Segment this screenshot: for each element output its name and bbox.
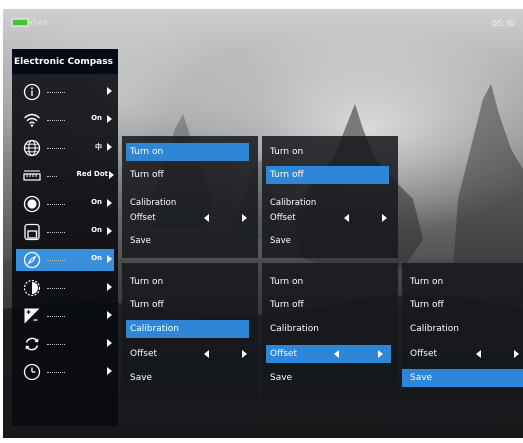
chevron-right-icon xyxy=(107,255,112,263)
offset-label: Offset xyxy=(410,349,438,359)
chevron-left-icon[interactable] xyxy=(476,350,481,358)
menu-item-value: On xyxy=(91,226,102,234)
compass-submenu-panel: Turn on Turn off Calibration Offset Save xyxy=(122,136,258,258)
offset-option[interactable]: Offset xyxy=(126,345,254,363)
offset-label: Offset xyxy=(130,349,158,359)
wifi-icon xyxy=(24,113,40,127)
menu-item-value: 中 xyxy=(95,143,102,151)
calibration-option[interactable]: Calibration xyxy=(406,320,518,338)
turn-on-option[interactable]: Turn on xyxy=(126,273,249,291)
clock-time: 05:30 xyxy=(491,19,515,28)
save-option[interactable]: Save xyxy=(126,232,249,250)
menu-item-brightness[interactable] xyxy=(16,305,114,327)
chevron-right-icon xyxy=(107,87,112,95)
turn-off-option[interactable]: Turn off xyxy=(406,296,518,314)
offset-option[interactable]: Offset xyxy=(266,209,394,227)
offset-option[interactable]: Offset xyxy=(406,345,521,363)
compass-icon xyxy=(23,251,41,269)
menu-item-wifi[interactable]: On xyxy=(16,109,114,131)
menu-item-contrast[interactable] xyxy=(16,277,114,299)
save-option[interactable]: Save xyxy=(266,369,389,387)
menu-item-compass[interactable]: On xyxy=(16,249,114,271)
offset-option[interactable]: Offset xyxy=(266,345,391,363)
menu-item-value: On xyxy=(91,114,102,122)
save-option[interactable]: Save xyxy=(402,369,523,387)
chevron-right-icon[interactable] xyxy=(378,350,383,358)
reset-icon xyxy=(25,337,39,351)
chevron-left-icon[interactable] xyxy=(334,350,339,358)
offset-label: Offset xyxy=(270,213,296,223)
chevron-right-icon xyxy=(107,199,112,207)
language-icon xyxy=(23,139,41,157)
menu-item-time[interactable] xyxy=(16,361,114,383)
battery-level: 54% xyxy=(33,19,49,27)
chevron-right-icon xyxy=(107,367,112,375)
compass-submenu-panel: Turn on Turn off Calibration Offset Save xyxy=(122,263,258,401)
menu-item-picture-in-picture[interactable]: On xyxy=(16,221,114,243)
chevron-right-icon[interactable] xyxy=(514,350,519,358)
menu-item-record[interactable]: On xyxy=(16,193,114,215)
chevron-right-icon xyxy=(107,143,112,151)
calibration-option[interactable]: Calibration xyxy=(126,320,249,338)
chevron-right-icon xyxy=(107,339,112,347)
battery-icon xyxy=(11,18,32,27)
turn-on-option[interactable]: Turn on xyxy=(266,273,389,291)
compass-submenu-panel: Turn on Turn off Calibration Offset Save xyxy=(262,263,398,401)
menu-item-value: On xyxy=(91,198,102,206)
chevron-right-icon xyxy=(107,227,112,235)
info-icon xyxy=(23,83,41,101)
offset-option[interactable]: Offset xyxy=(126,209,254,227)
turn-off-option[interactable]: Turn off xyxy=(266,296,389,314)
turn-on-option[interactable]: Turn on xyxy=(126,143,249,161)
compass-submenu-panel: Turn on Turn off Calibration Offset Save xyxy=(402,263,523,401)
save-option[interactable]: Save xyxy=(126,369,249,387)
offset-label: Offset xyxy=(130,213,156,223)
turn-off-option[interactable]: Turn off xyxy=(126,166,249,184)
reticle-icon xyxy=(23,170,41,181)
turn-on-option[interactable]: Turn on xyxy=(266,143,389,161)
status-bar: 54% 05:30 xyxy=(3,9,523,35)
chevron-left-icon[interactable] xyxy=(204,214,209,222)
chevron-right-icon[interactable] xyxy=(242,214,247,222)
menu-title: Electronic Compass xyxy=(12,49,118,75)
main-menu: Electronic Compass On 中 Red Dot On On On xyxy=(12,49,118,426)
chevron-right-icon[interactable] xyxy=(382,214,387,222)
turn-off-option[interactable]: Turn off xyxy=(266,166,389,184)
chevron-right-icon xyxy=(109,171,114,179)
offset-label: Offset xyxy=(270,349,298,359)
brightness-icon xyxy=(24,308,40,324)
chevron-left-icon[interactable] xyxy=(344,214,349,222)
chevron-right-icon xyxy=(107,115,112,123)
calibration-option[interactable]: Calibration xyxy=(266,320,389,338)
chevron-left-icon[interactable] xyxy=(204,350,209,358)
record-icon xyxy=(23,195,41,213)
menu-item-reticle[interactable]: Red Dot xyxy=(16,165,114,187)
compass-submenu-panel: Turn on Turn off Calibration Offset Save xyxy=(262,136,398,258)
menu-item-value: On xyxy=(91,254,102,262)
menu-item-reset[interactable] xyxy=(16,333,114,355)
turn-off-option[interactable]: Turn off xyxy=(126,296,249,314)
menu-item-language[interactable]: 中 xyxy=(16,137,114,159)
contrast-icon xyxy=(23,279,41,297)
menu-item-value: Red Dot xyxy=(76,170,108,178)
picture-in-picture-icon xyxy=(24,223,40,241)
save-option[interactable]: Save xyxy=(266,232,389,250)
device-screen: 54% 05:30 Electronic Compass On 中 Red Do… xyxy=(3,9,523,438)
chevron-right-icon xyxy=(107,311,112,319)
turn-on-option[interactable]: Turn on xyxy=(406,273,518,291)
chevron-right-icon[interactable] xyxy=(242,350,247,358)
chevron-right-icon xyxy=(107,283,112,291)
clock-icon xyxy=(23,363,41,381)
menu-item-info[interactable] xyxy=(16,81,114,103)
